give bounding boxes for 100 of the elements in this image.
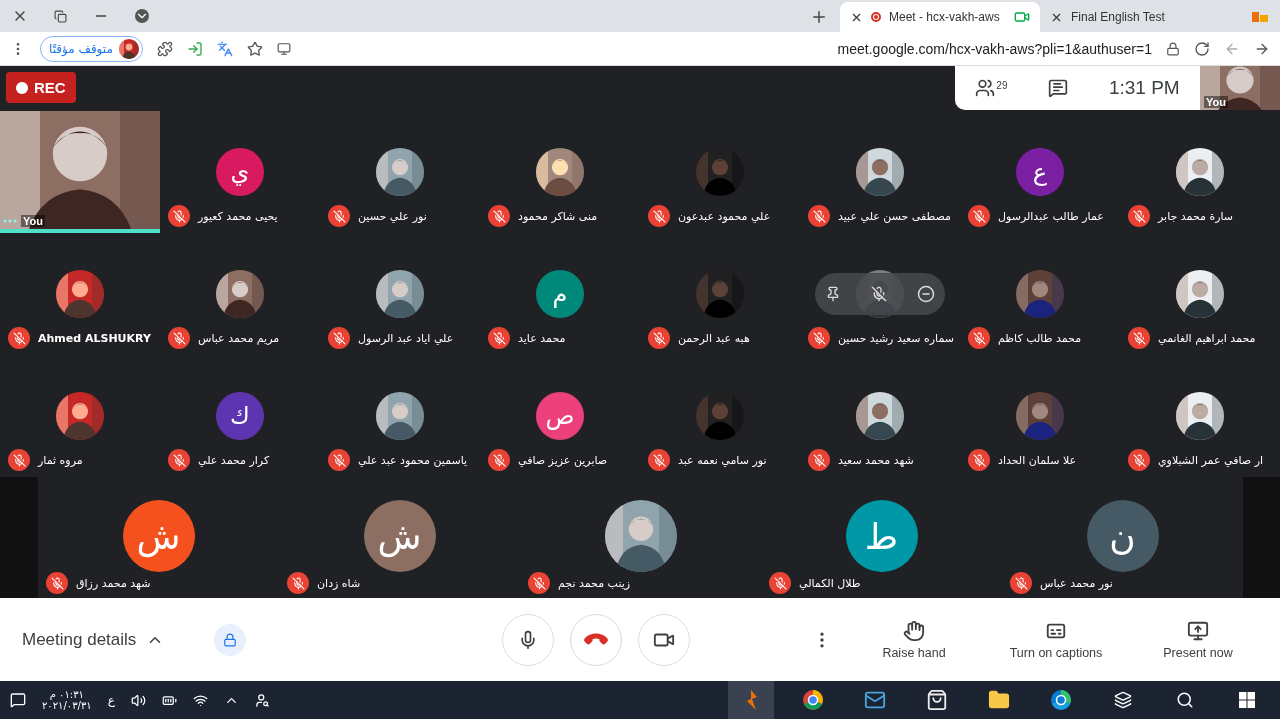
participant-name: يحيى محمد كعيور bbox=[198, 209, 278, 223]
mute-icon[interactable] bbox=[871, 286, 887, 302]
participant-name: عمار طالب عبدالرسول bbox=[998, 209, 1104, 223]
star-icon[interactable] bbox=[246, 40, 263, 57]
extension-icon[interactable] bbox=[186, 40, 203, 57]
pin-icon[interactable] bbox=[825, 286, 841, 302]
browser-tab[interactable]: Final English Test bbox=[1040, 2, 1240, 32]
people-count: 29 bbox=[996, 80, 1008, 91]
search-icon[interactable] bbox=[1176, 691, 1194, 709]
browser-tab[interactable]: Meet - hcx-vakh-aws bbox=[840, 2, 1040, 32]
edge-icon[interactable] bbox=[1050, 689, 1072, 711]
participant-tile[interactable]: ياسمين محمود عبد علي bbox=[320, 355, 480, 477]
remove-icon[interactable] bbox=[917, 285, 935, 303]
taskbar-clock[interactable]: ٠١:٣١ م ٢٠٢١/٠٣/٣١ bbox=[42, 689, 92, 711]
participant-name: كرار محمد علي bbox=[198, 453, 270, 467]
extensions-icon[interactable] bbox=[156, 40, 173, 57]
participant-name: نور علي حسين bbox=[358, 209, 427, 223]
toolbar-action[interactable]: Present now bbox=[1138, 618, 1258, 661]
participant-tile[interactable]: نور سامي نعمه عبد bbox=[640, 355, 800, 477]
participant-tile[interactable]: مروه ثمار bbox=[0, 355, 160, 477]
participant-tile[interactable]: محمد ابراهيم الغانمي bbox=[1120, 233, 1280, 355]
tab-search-icon[interactable] bbox=[135, 9, 149, 23]
reload-icon[interactable] bbox=[1194, 40, 1210, 57]
participant-tile[interactable]: علا سلمان الحداد bbox=[960, 355, 1120, 477]
participant-tile[interactable]: سارة محمد جابر bbox=[1120, 111, 1280, 233]
folder-icon[interactable] bbox=[988, 689, 1010, 711]
translate-icon[interactable] bbox=[216, 40, 233, 57]
self-label: You bbox=[1204, 96, 1228, 108]
volume-icon[interactable] bbox=[130, 692, 146, 708]
chat-icon[interactable] bbox=[1048, 78, 1069, 98]
participant-tile[interactable]: ش شهد محمد رزاق bbox=[38, 477, 279, 598]
participant-name: علي محمود عبدعون bbox=[678, 209, 771, 223]
people-icon[interactable] bbox=[975, 78, 996, 98]
participant-tile[interactable]: ش شاه زدان bbox=[279, 477, 520, 598]
participant-name: شهد محمد سعيد bbox=[838, 453, 914, 467]
participant-tile[interactable]: ار صافي عمر الشبلاوي bbox=[1120, 355, 1280, 477]
avatar: ش bbox=[122, 500, 195, 572]
chrome-icon[interactable] bbox=[802, 689, 824, 711]
participant-tile[interactable]: نور علي حسين bbox=[320, 111, 480, 233]
participant-name: علي اياد عبد الرسول bbox=[358, 331, 454, 345]
restore-icon[interactable] bbox=[54, 9, 67, 23]
avatar: ك bbox=[216, 392, 264, 440]
meeting-time: 1:31 PM bbox=[1108, 77, 1180, 99]
toolbar-action[interactable]: Raise hand bbox=[854, 618, 974, 661]
windows-icon[interactable] bbox=[1239, 692, 1255, 708]
recording-badge: REC bbox=[6, 72, 76, 103]
microphone-icon bbox=[518, 629, 538, 650]
participant-tile[interactable]: علي محمود عبدعون bbox=[640, 111, 800, 233]
clock-time: ٠١:٣١ م bbox=[49, 689, 84, 700]
participant-tile[interactable]: مصطفى حسن علي عبيد bbox=[800, 111, 960, 233]
address-bar[interactable]: meet.google.com/hcx-vakh-aws?pli=1&authuser=1 bbox=[837, 40, 1152, 57]
participant-name: علا سلمان الحداد bbox=[998, 453, 1076, 467]
participant-name: مروه ثمار bbox=[38, 453, 83, 467]
participant-tile[interactable]: سماره سعيد رشيد حسين bbox=[800, 233, 960, 355]
participant-tile[interactable]: ط طلال الكمالي bbox=[761, 477, 1002, 598]
participant-tile[interactable]: زينب محمد نجم bbox=[520, 477, 761, 598]
hand-icon bbox=[903, 619, 925, 642]
participant-tile[interactable]: ك كرار محمد علي bbox=[160, 355, 320, 477]
participant-name: منى شاكر محمود bbox=[518, 209, 598, 223]
avatar: م bbox=[536, 270, 584, 318]
task-view-icon[interactable] bbox=[1114, 691, 1132, 709]
participant-name: هبه عبد الرحمن bbox=[678, 331, 750, 345]
avatar: ص bbox=[536, 392, 584, 440]
participant-name: ياسمين محمود عبد علي bbox=[358, 453, 468, 467]
present-icon bbox=[1187, 619, 1209, 642]
notifications-icon[interactable] bbox=[10, 692, 26, 708]
participant-tile[interactable]: محمد طالب كاظم bbox=[960, 233, 1120, 355]
participant-tile[interactable]: هبه عبد الرحمن bbox=[640, 233, 800, 355]
participant-tile[interactable]: Ahmed ALSHUKRY bbox=[0, 233, 160, 355]
participant-tile[interactable]: ع عمار طالب عبدالرسول bbox=[960, 111, 1120, 233]
participant-name: نور سامي نعمه عبد bbox=[678, 453, 767, 467]
participant-tile[interactable]: علي اياد عبد الرسول bbox=[320, 233, 480, 355]
participant-tile[interactable]: ن نور محمد عباس bbox=[1002, 477, 1243, 598]
toolbar-action[interactable]: Turn on captions bbox=[996, 618, 1116, 661]
avatar: ع bbox=[1016, 148, 1064, 196]
meeting-details-link[interactable]: Meeting details bbox=[22, 629, 137, 650]
participant-tile[interactable]: شهد محمد سعيد bbox=[800, 355, 960, 477]
participant-name: محمد طالب كاظم bbox=[998, 331, 1082, 345]
security-icon[interactable] bbox=[214, 623, 247, 656]
language-indicator[interactable]: ع bbox=[107, 693, 115, 707]
participant-tile[interactable]: منى شاكر محمود bbox=[480, 111, 640, 233]
cast-icon[interactable] bbox=[276, 41, 291, 56]
participant-tile[interactable]: ص صابرين عزيز صافي bbox=[480, 355, 640, 477]
self-label: You bbox=[21, 215, 45, 227]
participant-name: محمد ابراهيم الغانمي bbox=[1158, 331, 1256, 345]
participant-name: شهد محمد رزاق bbox=[76, 576, 151, 590]
wifi-icon[interactable] bbox=[192, 692, 208, 708]
participant-tile[interactable]: ي يحيى محمد كعيور bbox=[160, 111, 320, 233]
people-icon[interactable] bbox=[254, 692, 270, 708]
participant-tile[interactable]: مريم محمد عباس bbox=[160, 233, 320, 355]
mail-icon[interactable] bbox=[864, 689, 886, 711]
lock-icon bbox=[1166, 41, 1180, 56]
camera-icon bbox=[1014, 9, 1030, 25]
store-icon[interactable] bbox=[926, 689, 948, 711]
participant-name: شاه زدان bbox=[317, 576, 361, 590]
participant-tile[interactable]: م محمد عايد bbox=[480, 233, 640, 355]
new-tab-icon[interactable] bbox=[810, 8, 828, 26]
participant-name: زينب محمد نجم bbox=[558, 576, 631, 590]
participant-name: Ahmed ALSHUKRY bbox=[38, 331, 151, 345]
participant-name: طلال الكمالي bbox=[799, 576, 861, 590]
